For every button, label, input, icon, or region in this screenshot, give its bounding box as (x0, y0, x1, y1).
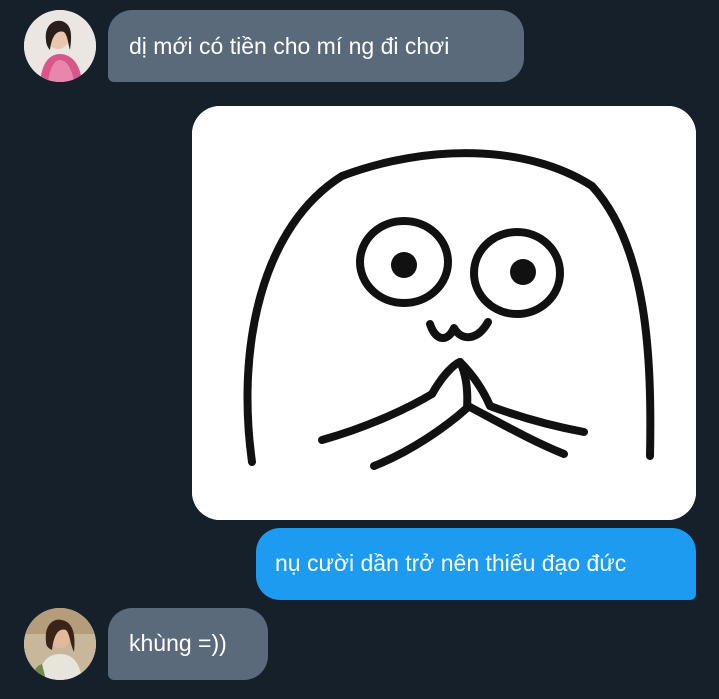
image-message[interactable] (192, 106, 696, 520)
sender-avatar[interactable] (24, 10, 96, 82)
message-text: dị mới có tiền cho mí ng đi chơi (129, 33, 450, 59)
message-bubble-outgoing[interactable]: nụ cười dần trở nên thiếu đạo đức (256, 528, 696, 600)
message-text: khùng =)) (129, 630, 227, 656)
message-bubble-incoming[interactable]: dị mới có tiền cho mí ng đi chơi (108, 10, 524, 82)
avatar-photo-icon (24, 608, 96, 680)
message-text: nụ cười dần trở nên thiếu đạo đức (275, 550, 627, 576)
sender-avatar[interactable] (24, 608, 96, 680)
message-bubble-incoming[interactable]: khùng =)) (108, 608, 268, 680)
avatar-photo-icon (24, 10, 96, 82)
pleading-face-doodle-sticker-icon (192, 106, 696, 520)
